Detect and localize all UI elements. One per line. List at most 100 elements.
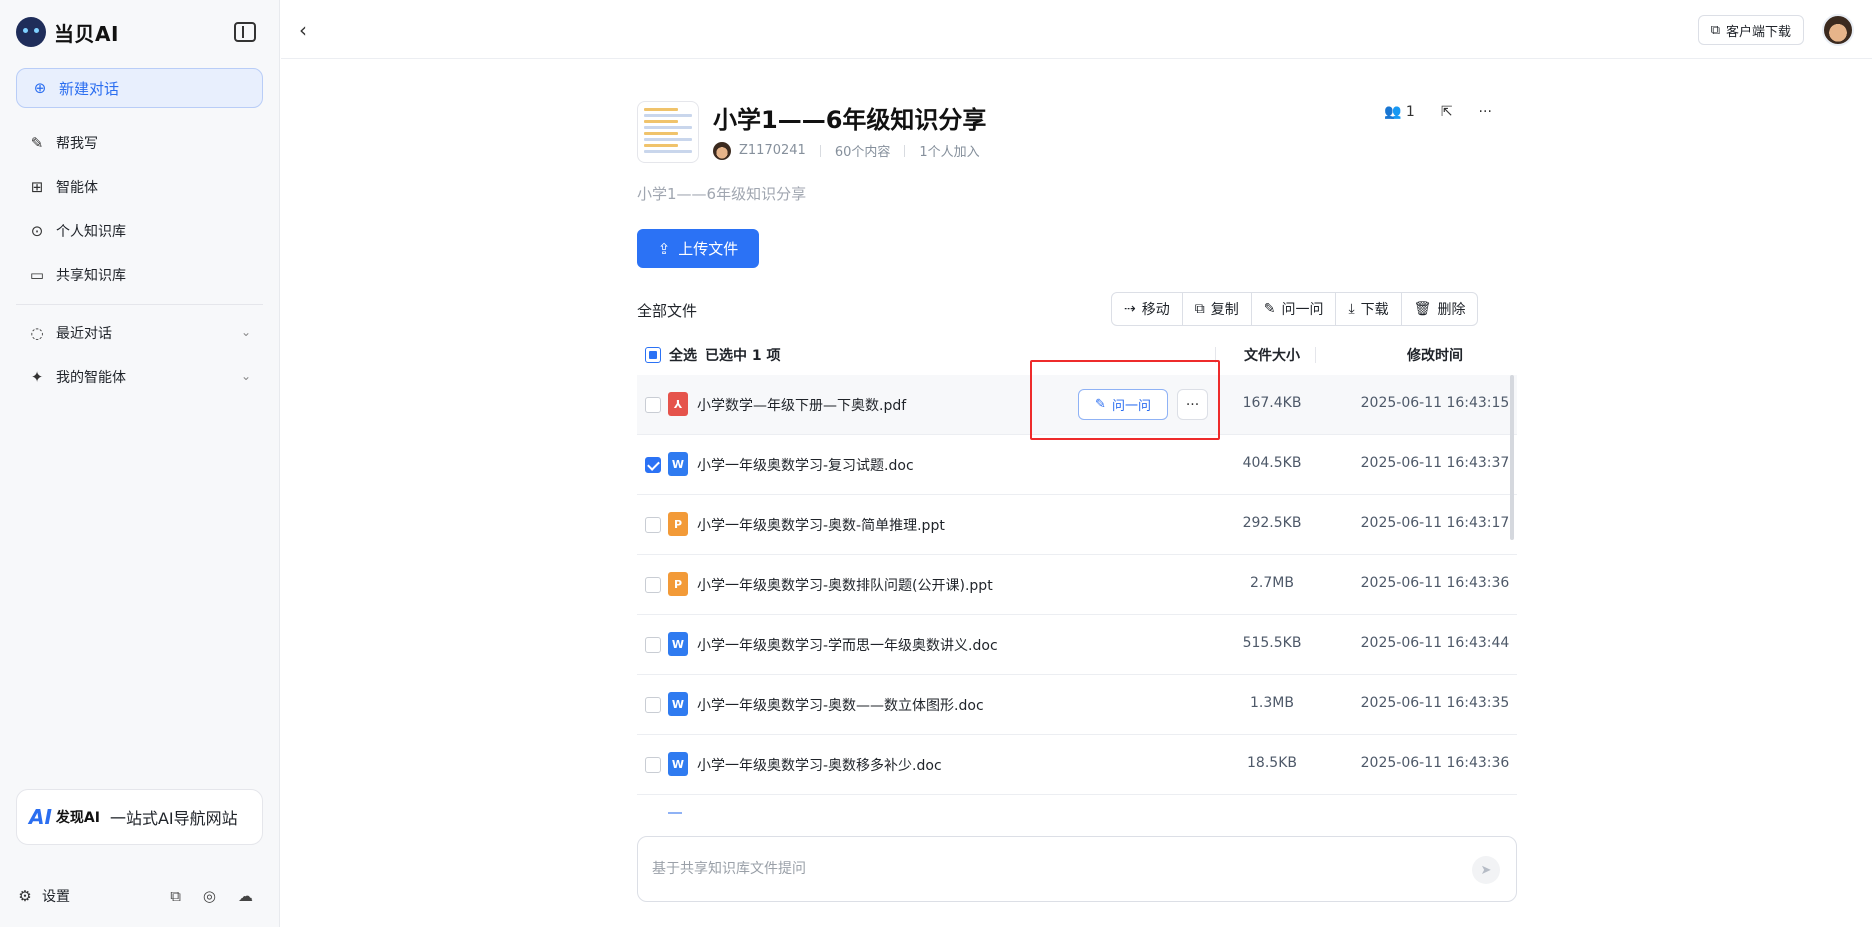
member-count: 1	[1405, 104, 1415, 120]
client-download-button[interactable]: ⧉ 客户端下载	[1697, 15, 1804, 45]
device-icon[interactable]: ⧉	[170, 887, 181, 905]
sidebar-group-my-agents[interactable]: ✦ 我的智能体 ⌄	[16, 359, 263, 395]
file-name[interactable]: 小学一年级奥数学习-奥数——数立体图形.doc	[697, 695, 984, 715]
settings-label: 设置	[42, 889, 70, 905]
sidebar-item-agents[interactable]: ⊞ 智能体	[16, 169, 263, 205]
new-chat-label: 新建对话	[59, 79, 120, 98]
list-scrollbar[interactable]	[1510, 375, 1514, 540]
row-checkbox[interactable]	[645, 397, 661, 413]
move-button[interactable]: ⇢ 移动	[1112, 293, 1183, 325]
chat-bubble-icon: ◌	[30, 324, 44, 342]
column-header-size: 文件大小	[1244, 348, 1300, 364]
sidebar-group-label: 我的智能体	[56, 370, 126, 386]
ask-button[interactable]: ✎ 问一问	[1252, 293, 1337, 325]
table-row[interactable]: P 小学一年级奥数学习-奥数-简单推理.ppt 292.5KB 2025-06-…	[637, 495, 1517, 555]
selected-info: 已选中 1 项	[705, 348, 781, 364]
doc-file-icon: W	[668, 632, 688, 656]
table-row[interactable]: W 小学一年级奥数学习-复习试题.doc 404.5KB 2025-06-11 …	[637, 435, 1517, 495]
row-checkbox[interactable]	[645, 637, 661, 653]
row-checkbox[interactable]	[645, 517, 661, 533]
members-button[interactable]: 👥 1	[1384, 104, 1415, 120]
file-name[interactable]: 小学一年级奥数学习-学而思一年级奥数讲义.doc	[697, 635, 998, 655]
copy-icon: ⧉	[1194, 301, 1205, 317]
delete-button[interactable]: 🗑 删除	[1402, 293, 1478, 325]
sidebar-item-label: 个人知识库	[56, 224, 126, 240]
new-chat-icon: ⊕	[33, 79, 47, 97]
table-row[interactable]: W 小学一年级奥数学习-奥数移多补少.doc 18.5KB 2025-06-11…	[637, 735, 1517, 795]
file-name[interactable]: 小学一年级奥数学习-奥数移多补少.doc	[697, 755, 942, 775]
kb-title: 小学1——6年级知识分享	[713, 106, 987, 134]
compass-icon[interactable]: ◎	[203, 887, 216, 905]
file-time: 2025-06-11 16:43:36	[1360, 755, 1510, 771]
share-icon[interactable]: ⇱	[1441, 104, 1453, 120]
kb-owner: Z1170241	[739, 143, 806, 158]
footer-icons: ⧉ ◎ ☁	[170, 887, 263, 905]
sidebar-collapse-icon[interactable]	[234, 22, 256, 42]
promo-banner[interactable]: AI 发现AI 一站式AI导航网站	[16, 789, 263, 845]
select-all-label: 全选	[669, 348, 697, 364]
download-button[interactable]: ⤓ 下载	[1336, 293, 1402, 325]
sidebar-divider	[16, 304, 263, 305]
file-size: 18.5KB	[1247, 755, 1297, 771]
grid-icon: ⊞	[30, 178, 44, 196]
doc-file-icon: W	[668, 452, 688, 476]
wechat-icon[interactable]: ☁	[238, 887, 253, 905]
ask-label: 问一问	[1281, 302, 1324, 318]
kb-content-count: 60个内容	[834, 145, 891, 160]
sidebar-item-write[interactable]: ✎ 帮我写	[16, 125, 263, 161]
file-size: 404.5KB	[1242, 455, 1302, 471]
chevron-down-icon: ⌄	[240, 369, 251, 383]
kb-thumbnail	[637, 101, 699, 163]
more-options-icon[interactable]: ···	[1479, 104, 1492, 120]
file-size: 292.5KB	[1242, 515, 1302, 531]
question-composer: ➤	[637, 836, 1517, 902]
file-name[interactable]: 小学一年级奥数学习-复习试题.doc	[697, 455, 914, 475]
question-input[interactable]	[652, 857, 1432, 881]
row-checkbox[interactable]	[645, 757, 661, 773]
table-row[interactable]: W 小学一年级奥数学习-奥数——数立体图形.doc 1.3MB 2025-06-…	[637, 675, 1517, 735]
table-row[interactable]: W 小学一年级奥数学习-学而思一年级奥数讲义.doc 515.5KB 2025-…	[637, 615, 1517, 675]
trash-icon: 🗑	[1413, 301, 1432, 317]
row-checkbox[interactable]	[645, 457, 661, 473]
column-header-time: 修改时间	[1407, 348, 1463, 364]
back-arrow-icon[interactable]: ‹	[299, 18, 307, 42]
promo-logo: AI 发现AI	[29, 805, 100, 829]
doc-file-icon: W	[668, 692, 688, 716]
user-avatar[interactable]	[1822, 14, 1854, 46]
meta-separator	[819, 144, 821, 157]
upload-label: 上传文件	[678, 240, 739, 258]
sidebar-item-personal-kb[interactable]: ⊙ 个人知识库	[16, 213, 263, 249]
owner-avatar	[713, 141, 731, 160]
file-name[interactable]: 小学数学—年级下册—下奥数.pdf	[697, 395, 906, 415]
row-checkbox[interactable]	[645, 697, 661, 713]
kb-members-joined: 1个人加入	[919, 145, 980, 160]
download-label: 下载	[1360, 302, 1389, 318]
ask-icon: ✎	[1263, 301, 1276, 317]
file-size: 1.3MB	[1250, 695, 1294, 711]
new-chat-button[interactable]: ⊕ 新建对话	[16, 68, 263, 108]
move-label: 移动	[1141, 302, 1170, 318]
file-time: 2025-06-11 16:43:44	[1360, 635, 1510, 651]
file-time: 2025-06-11 16:43:35	[1360, 695, 1510, 711]
file-name[interactable]: 小学一年级奥数学习-奥数-简单推理.ppt	[697, 515, 945, 535]
promo-logo-name: 发现AI	[55, 810, 100, 826]
row-checkbox[interactable]	[645, 577, 661, 593]
select-all[interactable]: 全选 已选中 1 项	[645, 345, 781, 365]
file-name[interactable]: 小学一年级奥数学习-奥数排队问题(公开课).ppt	[697, 575, 993, 595]
file-size: 515.5KB	[1242, 635, 1302, 651]
sidebar-item-shared-kb[interactable]: ▭ 共享知识库	[16, 257, 263, 293]
select-all-checkbox[interactable]	[645, 347, 661, 363]
client-download-label: 客户端下载	[1725, 24, 1791, 40]
brand[interactable]: 当贝AI	[16, 16, 119, 48]
file-time: 2025-06-11 16:43:17	[1360, 515, 1510, 531]
meta-separator	[904, 144, 906, 157]
table-row[interactable]: P 小学一年级奥数学习-奥数排队问题(公开课).ppt 2.7MB 2025-0…	[637, 555, 1517, 615]
ppt-file-icon: P	[668, 512, 688, 536]
sidebar-group-recent-chats[interactable]: ◌ 最近对话 ⌄	[16, 315, 263, 351]
file-size: 167.4KB	[1242, 395, 1302, 411]
upload-file-button[interactable]: ⇪ 上传文件	[637, 229, 759, 268]
send-icon[interactable]: ➤	[1472, 856, 1500, 884]
settings-button[interactable]: ⚙ 设置	[16, 886, 70, 906]
file-time: 2025-06-11 16:43:15	[1360, 395, 1510, 411]
copy-button[interactable]: ⧉ 复制	[1183, 293, 1252, 325]
